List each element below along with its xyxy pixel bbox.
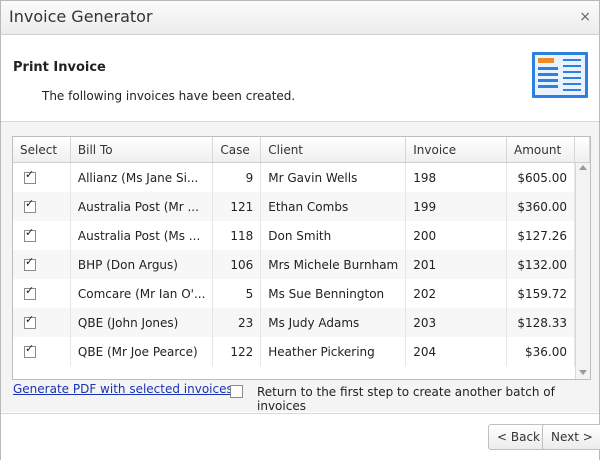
row-select-cell[interactable] bbox=[13, 337, 71, 366]
bill-to-cell: QBE (John Jones) bbox=[70, 308, 214, 337]
row-checkbox[interactable] bbox=[24, 313, 36, 329]
row-select-cell[interactable] bbox=[13, 279, 71, 308]
close-icon[interactable]: × bbox=[579, 9, 591, 25]
row-checkbox[interactable] bbox=[24, 342, 36, 358]
client-cell: Ms Sue Bennington bbox=[260, 279, 407, 308]
amount-cell: $360.00 bbox=[506, 192, 575, 221]
client-cell: Mr Gavin Wells bbox=[260, 162, 407, 192]
amount-cell: $605.00 bbox=[506, 162, 575, 192]
row-checkbox[interactable] bbox=[24, 197, 36, 213]
invoice-generator-window: Invoice Generator × Print Invoice The fo… bbox=[0, 0, 600, 461]
row-select-cell[interactable] bbox=[13, 308, 71, 337]
row-select-cell[interactable] bbox=[13, 250, 71, 279]
row-select-cell[interactable] bbox=[13, 221, 71, 250]
invoice-cell: 203 bbox=[405, 308, 508, 337]
back-button[interactable]: < Back bbox=[488, 424, 550, 450]
row-checkbox[interactable] bbox=[24, 168, 36, 184]
row-select-cell[interactable] bbox=[13, 162, 71, 192]
step-title: Print Invoice bbox=[13, 60, 106, 75]
amount-cell: $36.00 bbox=[506, 337, 575, 366]
window-title: Invoice Generator bbox=[9, 7, 153, 26]
bill-to-cell: Australia Post (Mr ... bbox=[70, 192, 214, 221]
return-first-step-label: Return to the first step to create anoth… bbox=[257, 385, 555, 413]
amount-cell: $128.33 bbox=[506, 308, 575, 337]
amount-cell: $159.72 bbox=[506, 279, 575, 308]
column-client[interactable]: Client bbox=[260, 137, 407, 163]
amount-cell: $132.00 bbox=[506, 250, 575, 279]
table-row[interactable]: QBE (Mr Joe Pearce) 122 Heather Pickerin… bbox=[13, 337, 590, 366]
bill-to-cell: BHP (Don Argus) bbox=[70, 250, 214, 279]
client-cell: Ethan Combs bbox=[260, 192, 407, 221]
table-row[interactable]: QBE (John Jones) 23 Ms Judy Adams 203 $1… bbox=[13, 308, 590, 337]
client-cell: Ms Judy Adams bbox=[260, 308, 407, 337]
amount-cell: $127.26 bbox=[506, 221, 575, 250]
case-cell: 9 bbox=[212, 162, 262, 192]
table-row[interactable]: Comcare (Mr Ian O'... 5 Ms Sue Benningto… bbox=[13, 279, 590, 308]
table-row[interactable]: BHP (Don Argus) 106 Mrs Michele Burnham … bbox=[13, 250, 590, 279]
bill-to-cell: Australia Post (Ms ... bbox=[70, 221, 214, 250]
client-cell: Don Smith bbox=[260, 221, 407, 250]
invoice-cell: 198 bbox=[405, 162, 508, 192]
invoice-cell: 202 bbox=[405, 279, 508, 308]
invoice-cell: 199 bbox=[405, 192, 508, 221]
client-cell: Mrs Michele Burnham bbox=[260, 250, 407, 279]
case-cell: 121 bbox=[212, 192, 262, 221]
client-cell: Heather Pickering bbox=[260, 337, 407, 366]
invoice-table: Select Bill To Case Client Invoice Amoun… bbox=[13, 137, 590, 366]
column-case[interactable]: Case bbox=[212, 137, 262, 163]
content-area: Select Bill To Case Client Invoice Amoun… bbox=[1, 122, 599, 413]
step-subtitle: The following invoices have been created… bbox=[42, 89, 296, 103]
row-checkbox[interactable] bbox=[24, 226, 36, 242]
case-cell: 5 bbox=[212, 279, 262, 308]
scroll-header bbox=[574, 137, 590, 163]
footer-bar: < Back Next > bbox=[1, 413, 600, 461]
case-cell: 23 bbox=[212, 308, 262, 337]
invoice-cell: 204 bbox=[405, 337, 508, 366]
column-bill-to[interactable]: Bill To bbox=[70, 137, 214, 163]
bill-to-cell: Comcare (Mr Ian O'... bbox=[70, 279, 214, 308]
invoice-cell: 201 bbox=[405, 250, 508, 279]
row-select-cell[interactable] bbox=[13, 192, 71, 221]
title-bar: Invoice Generator × bbox=[1, 1, 599, 35]
grid-scrollbar[interactable] bbox=[575, 163, 590, 379]
case-cell: 118 bbox=[212, 221, 262, 250]
table-row[interactable]: Allianz (Ms Jane Si... 9 Mr Gavin Wells … bbox=[13, 162, 590, 192]
column-select[interactable]: Select bbox=[13, 137, 71, 163]
bill-to-cell: QBE (Mr Joe Pearce) bbox=[70, 337, 214, 366]
table-row[interactable]: Australia Post (Mr ... 121 Ethan Combs 1… bbox=[13, 192, 590, 221]
return-first-step-checkbox[interactable] bbox=[230, 385, 243, 398]
invoice-cell: 200 bbox=[405, 221, 508, 250]
bill-to-cell: Allianz (Ms Jane Si... bbox=[70, 162, 214, 192]
case-cell: 106 bbox=[212, 250, 262, 279]
row-checkbox[interactable] bbox=[24, 255, 36, 271]
scroll-up-icon[interactable] bbox=[579, 165, 587, 170]
table-header: Select Bill To Case Client Invoice Amoun… bbox=[13, 137, 590, 163]
column-invoice[interactable]: Invoice bbox=[405, 137, 508, 163]
generate-pdf-link[interactable]: Generate PDF with selected invoices bbox=[13, 382, 233, 396]
scroll-down-icon[interactable] bbox=[579, 370, 587, 375]
case-cell: 122 bbox=[212, 337, 262, 366]
invoice-document-icon bbox=[532, 52, 588, 98]
invoice-grid: Select Bill To Case Client Invoice Amoun… bbox=[12, 136, 591, 380]
step-header: Print Invoice The following invoices hav… bbox=[1, 35, 599, 122]
column-amount[interactable]: Amount bbox=[506, 137, 575, 163]
next-button[interactable]: Next > bbox=[542, 424, 600, 450]
row-checkbox[interactable] bbox=[24, 284, 36, 300]
table-row[interactable]: Australia Post (Ms ... 118 Don Smith 200… bbox=[13, 221, 590, 250]
